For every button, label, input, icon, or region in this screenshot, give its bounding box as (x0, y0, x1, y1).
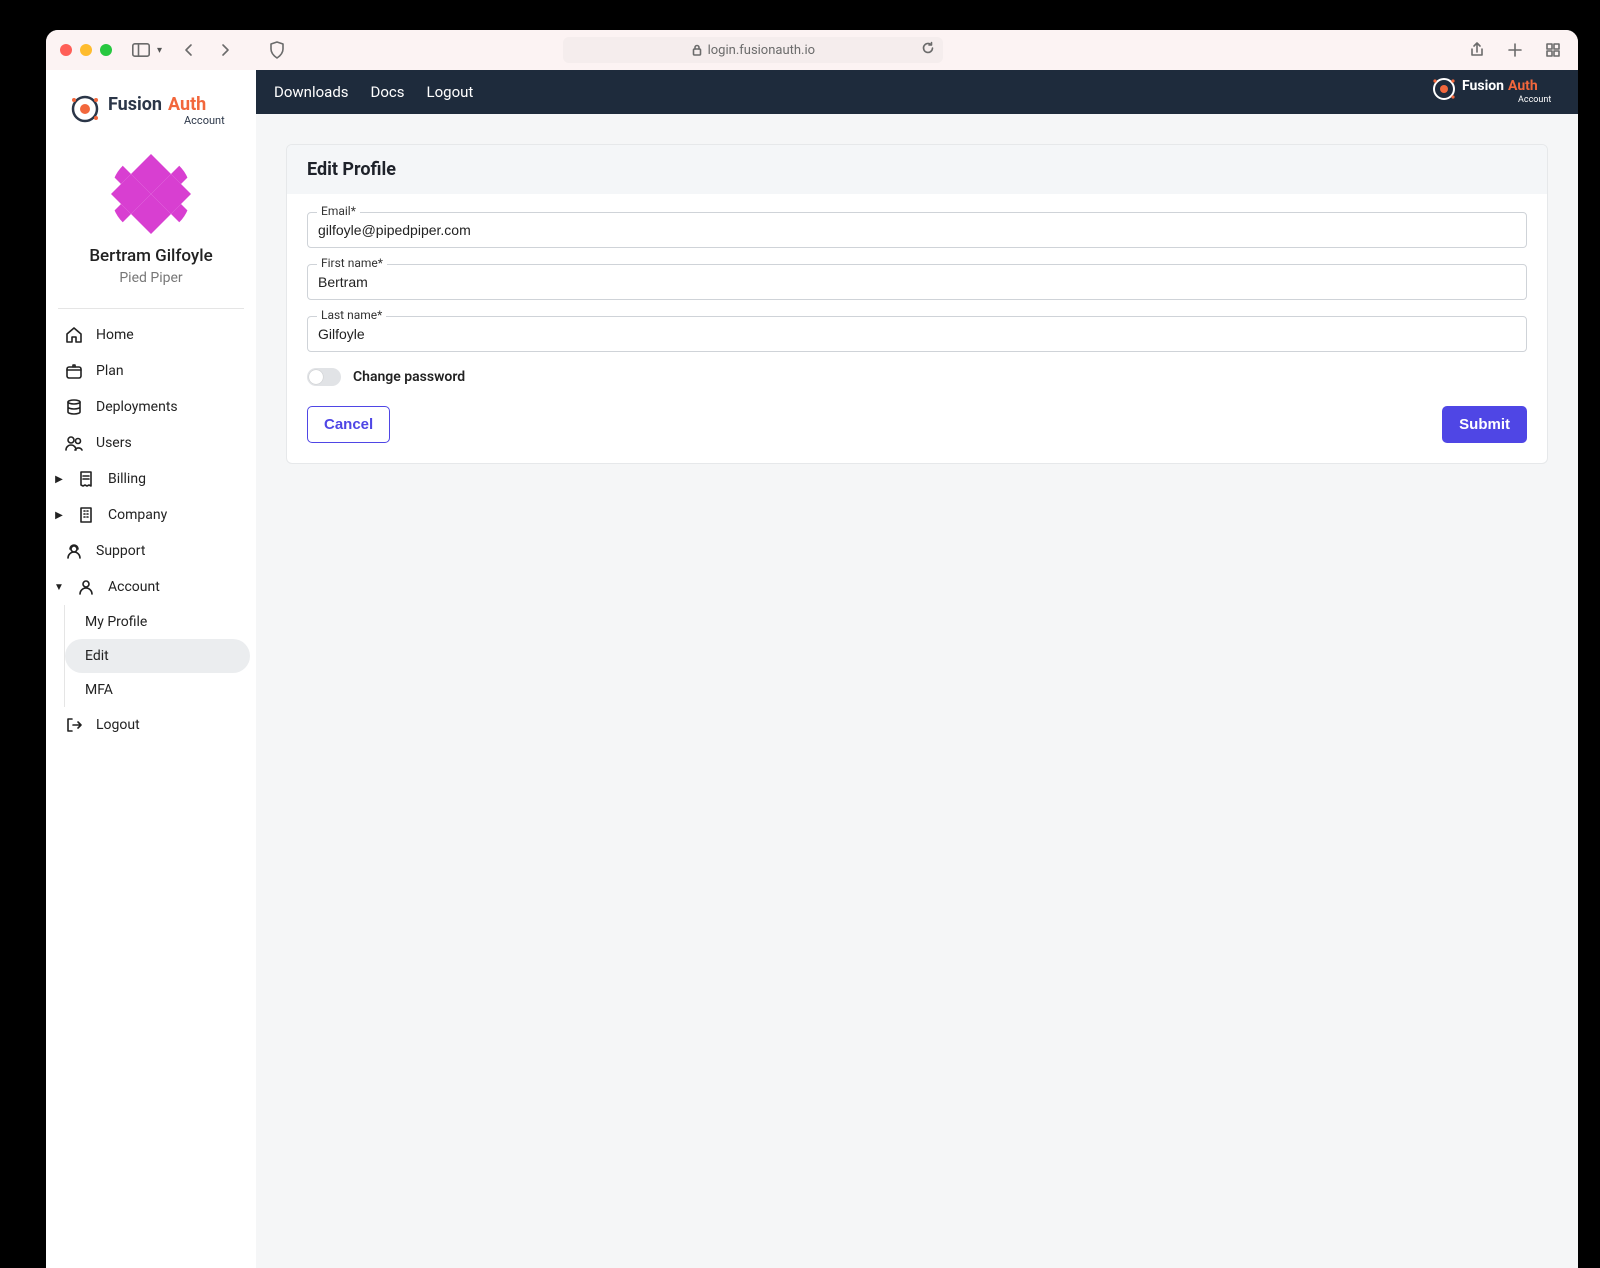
user-company: Pied Piper (56, 270, 246, 286)
panel-title: Edit Profile (287, 145, 1547, 194)
url-bar[interactable]: login.fusionauth.io (563, 37, 943, 63)
svg-text:Fusion: Fusion (1462, 78, 1504, 94)
sidebar-item-users[interactable]: Users (46, 425, 256, 461)
first-name-label: First name* (317, 256, 387, 270)
lock-icon (692, 44, 702, 56)
brand-logo: Fusion Auth Account (46, 80, 256, 140)
panel-actions: Cancel Submit (307, 406, 1527, 443)
sidebar-item-label: Users (96, 435, 132, 451)
sidebar-item-label: Home (96, 327, 134, 343)
sidebar: Fusion Auth Account (46, 70, 256, 1268)
sidebar-item-label: Account (108, 579, 160, 595)
users-icon (64, 434, 84, 452)
svg-text:Auth: Auth (168, 94, 206, 115)
app-body: Fusion Auth Account (46, 70, 1578, 1268)
sidebar-item-label: Logout (96, 717, 140, 733)
main-column: Downloads Docs Logout Fusion A (256, 70, 1578, 1268)
field-first-name: First name* (307, 264, 1527, 300)
back-button[interactable] (178, 39, 200, 61)
svg-text:Account: Account (1518, 95, 1551, 105)
receipt-icon (76, 470, 96, 488)
subnav-item-my-profile[interactable]: My Profile (65, 605, 256, 639)
url-text: login.fusionauth.io (708, 43, 815, 58)
caret-down-icon: ▼ (54, 582, 64, 593)
database-icon (64, 398, 84, 416)
sidebar-item-billing[interactable]: ▶ Billing (46, 461, 256, 497)
sidebar-item-label: Deployments (96, 399, 178, 415)
caret-right-icon: ▶ (54, 474, 64, 485)
field-last-name: Last name* (307, 316, 1527, 352)
field-email: Email* (307, 212, 1527, 248)
sidebar-item-label: Company (108, 507, 167, 523)
sidebar-toggle-icon[interactable] (130, 39, 152, 61)
tab-overview-icon[interactable] (1542, 39, 1564, 61)
sidebar-item-label: Support (96, 543, 145, 559)
support-icon (64, 542, 84, 560)
content-area: Edit Profile Email* First name* Last nam… (256, 114, 1578, 494)
sidebar-item-label: Plan (96, 363, 124, 379)
topbar-link-downloads[interactable]: Downloads (274, 83, 349, 101)
submit-button[interactable]: Submit (1442, 406, 1527, 443)
sidebar-item-company[interactable]: ▶ Company (46, 497, 256, 533)
logout-icon (64, 716, 84, 734)
cancel-button[interactable]: Cancel (307, 406, 390, 443)
email-label: Email* (317, 204, 360, 218)
topbar-brand-logo: Fusion Auth Account (1430, 73, 1560, 111)
first-name-input[interactable] (307, 264, 1527, 300)
sidebar-item-support[interactable]: Support (46, 533, 256, 569)
sidebar-item-plan[interactable]: Plan (46, 353, 256, 389)
package-icon (64, 362, 84, 380)
browser-chrome: ▾ login.fusionauth.io (46, 30, 1578, 70)
sidebar-item-deployments[interactable]: Deployments (46, 389, 256, 425)
email-input[interactable] (307, 212, 1527, 248)
window-minimize-icon[interactable] (80, 44, 92, 56)
avatar-block: Bertram Gilfoyle Pied Piper (46, 140, 256, 300)
traffic-lights (60, 44, 112, 56)
person-icon (76, 578, 96, 596)
building-icon (76, 506, 96, 524)
svg-text:Account: Account (184, 114, 225, 127)
sidebar-nav: Home Plan Deployments Users ▶ Bill (46, 313, 256, 743)
caret-right-icon: ▶ (54, 510, 64, 521)
topbar: Downloads Docs Logout Fusion A (256, 70, 1578, 114)
forward-button[interactable] (214, 39, 236, 61)
sidebar-item-home[interactable]: Home (46, 317, 256, 353)
shield-icon[interactable] (266, 39, 288, 61)
chevron-down-icon[interactable]: ▾ (157, 45, 162, 56)
last-name-input[interactable] (307, 316, 1527, 352)
topbar-link-docs[interactable]: Docs (371, 83, 405, 101)
browser-window: ▾ login.fusionauth.io (46, 30, 1578, 1268)
svg-text:Auth: Auth (1508, 78, 1538, 94)
change-password-label: Change password (353, 369, 465, 385)
subnav-item-mfa[interactable]: MFA (65, 673, 256, 707)
change-password-row: Change password (307, 368, 1527, 386)
edit-profile-panel: Edit Profile Email* First name* Last nam… (286, 144, 1548, 464)
sidebar-item-account[interactable]: ▼ Account (46, 569, 256, 605)
sidebar-item-label: Billing (108, 471, 146, 487)
home-icon (64, 326, 84, 344)
new-tab-icon[interactable] (1504, 39, 1526, 61)
divider (58, 308, 244, 309)
change-password-toggle[interactable] (307, 368, 341, 386)
account-subnav: My Profile Edit MFA (64, 605, 256, 707)
reload-icon[interactable] (921, 41, 935, 59)
share-icon[interactable] (1466, 39, 1488, 61)
topbar-link-logout[interactable]: Logout (427, 83, 474, 101)
svg-text:Fusion: Fusion (108, 94, 162, 115)
avatar (111, 154, 191, 234)
subnav-item-edit[interactable]: Edit (65, 639, 250, 673)
window-close-icon[interactable] (60, 44, 72, 56)
window-maximize-icon[interactable] (100, 44, 112, 56)
last-name-label: Last name* (317, 308, 386, 322)
sidebar-item-logout[interactable]: Logout (46, 707, 256, 743)
user-name: Bertram Gilfoyle (56, 246, 246, 266)
